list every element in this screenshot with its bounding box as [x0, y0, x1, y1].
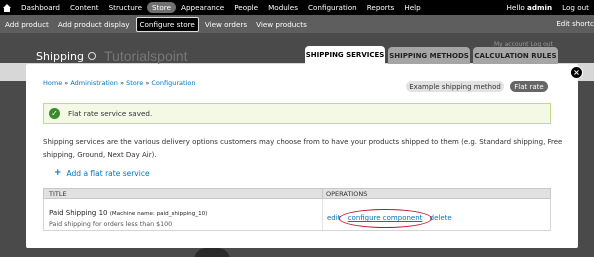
shortcut-configure-store[interactable]: Configure store — [135, 16, 199, 32]
breadcrumb-store[interactable]: Store — [126, 79, 143, 87]
method-pill-example[interactable]: Example shipping method — [406, 81, 504, 92]
table-row: Paid Shipping 10 (Machine name: paid_shi… — [43, 199, 551, 231]
delete-link[interactable]: delete — [430, 214, 452, 222]
shortcuts-bar: Add product Add product display Configur… — [0, 15, 594, 33]
column-divider — [322, 189, 323, 199]
edit-shortcuts-link[interactable]: Edit shortc — [556, 20, 594, 28]
table-header: TITLE OPERATIONS — [43, 188, 551, 199]
user-greeting[interactable]: Hello admin — [502, 2, 558, 13]
home-icon[interactable] — [2, 3, 12, 13]
breadcrumb-separator: » — [64, 79, 69, 87]
service-description: Paid shipping for orders less than $100 — [49, 221, 173, 228]
status-message: ✓ Flat rate service saved. — [43, 103, 551, 124]
toolbar-item-configuration[interactable]: Configuration — [303, 2, 362, 13]
highlight-circle — [339, 209, 432, 228]
page-title: Shipping — [36, 50, 84, 63]
shortcut-view-orders[interactable]: View orders — [202, 18, 250, 31]
service-title: Paid Shipping 10 (Machine name: paid_shi… — [49, 209, 207, 217]
logout-link[interactable]: Log out — [557, 2, 594, 13]
page-description: Shipping services are the various delive… — [43, 138, 563, 159]
tab-shipping-services[interactable]: SHIPPING SERVICES — [305, 46, 385, 64]
tab-calculation-rules[interactable]: CALCULATION RULES — [473, 47, 558, 64]
column-divider — [322, 199, 323, 230]
breadcrumb: Home » Administration » Store » Configur… — [43, 79, 195, 87]
column-header-title: TITLE — [49, 190, 67, 198]
close-icon[interactable]: × — [570, 66, 583, 79]
shortcut-add-product-display[interactable]: Add product display — [55, 18, 133, 31]
service-name: Paid Shipping 10 — [49, 209, 108, 217]
admin-toolbar: Dashboard Content Structure Store Appear… — [0, 0, 594, 15]
method-pill-flat-rate[interactable]: Flat rate — [510, 81, 548, 92]
user-area: Hello admin Log out — [502, 2, 594, 13]
toolbar-item-store[interactable]: Store — [147, 2, 177, 13]
toolbar-item-appearance[interactable]: Appearance — [176, 2, 229, 13]
plus-icon: + — [54, 168, 62, 178]
toolbar-item-structure[interactable]: Structure — [104, 2, 147, 13]
toolbar-item-people[interactable]: People — [229, 2, 263, 13]
toolbar-item-reports[interactable]: Reports — [362, 2, 400, 13]
shortcut-view-products[interactable]: View products — [253, 18, 310, 31]
watermark: Tutorialspoint — [104, 48, 188, 64]
column-header-operations: OPERATIONS — [326, 190, 368, 198]
breadcrumb-configuration[interactable]: Configuration — [151, 79, 195, 87]
toolbar-item-modules[interactable]: Modules — [263, 2, 303, 13]
gear-icon[interactable] — [88, 52, 96, 60]
toolbar-item-content[interactable]: Content — [65, 2, 104, 13]
background-decoration — [194, 248, 230, 257]
breadcrumb-home[interactable]: Home — [43, 79, 62, 87]
machine-name: (Machine name: paid_shipping_10) — [109, 211, 208, 217]
status-text: Flat rate service saved. — [68, 109, 153, 118]
checkmark-icon: ✓ — [49, 108, 60, 119]
breadcrumb-separator: » — [120, 79, 124, 87]
username: admin — [527, 3, 553, 12]
add-flat-rate-service-link[interactable]: + Add a flat rate service — [54, 168, 150, 178]
shortcut-add-product[interactable]: Add product — [2, 18, 52, 31]
toolbar-item-help[interactable]: Help — [399, 2, 425, 13]
breadcrumb-administration[interactable]: Administration — [70, 79, 118, 87]
add-link-label: Add a flat rate service — [66, 168, 150, 178]
tab-shipping-methods[interactable]: SHIPPING METHODS — [388, 47, 470, 64]
breadcrumb-separator: » — [145, 79, 150, 87]
greeting-text: Hello — [506, 3, 525, 12]
toolbar-item-dashboard[interactable]: Dashboard — [16, 2, 65, 13]
